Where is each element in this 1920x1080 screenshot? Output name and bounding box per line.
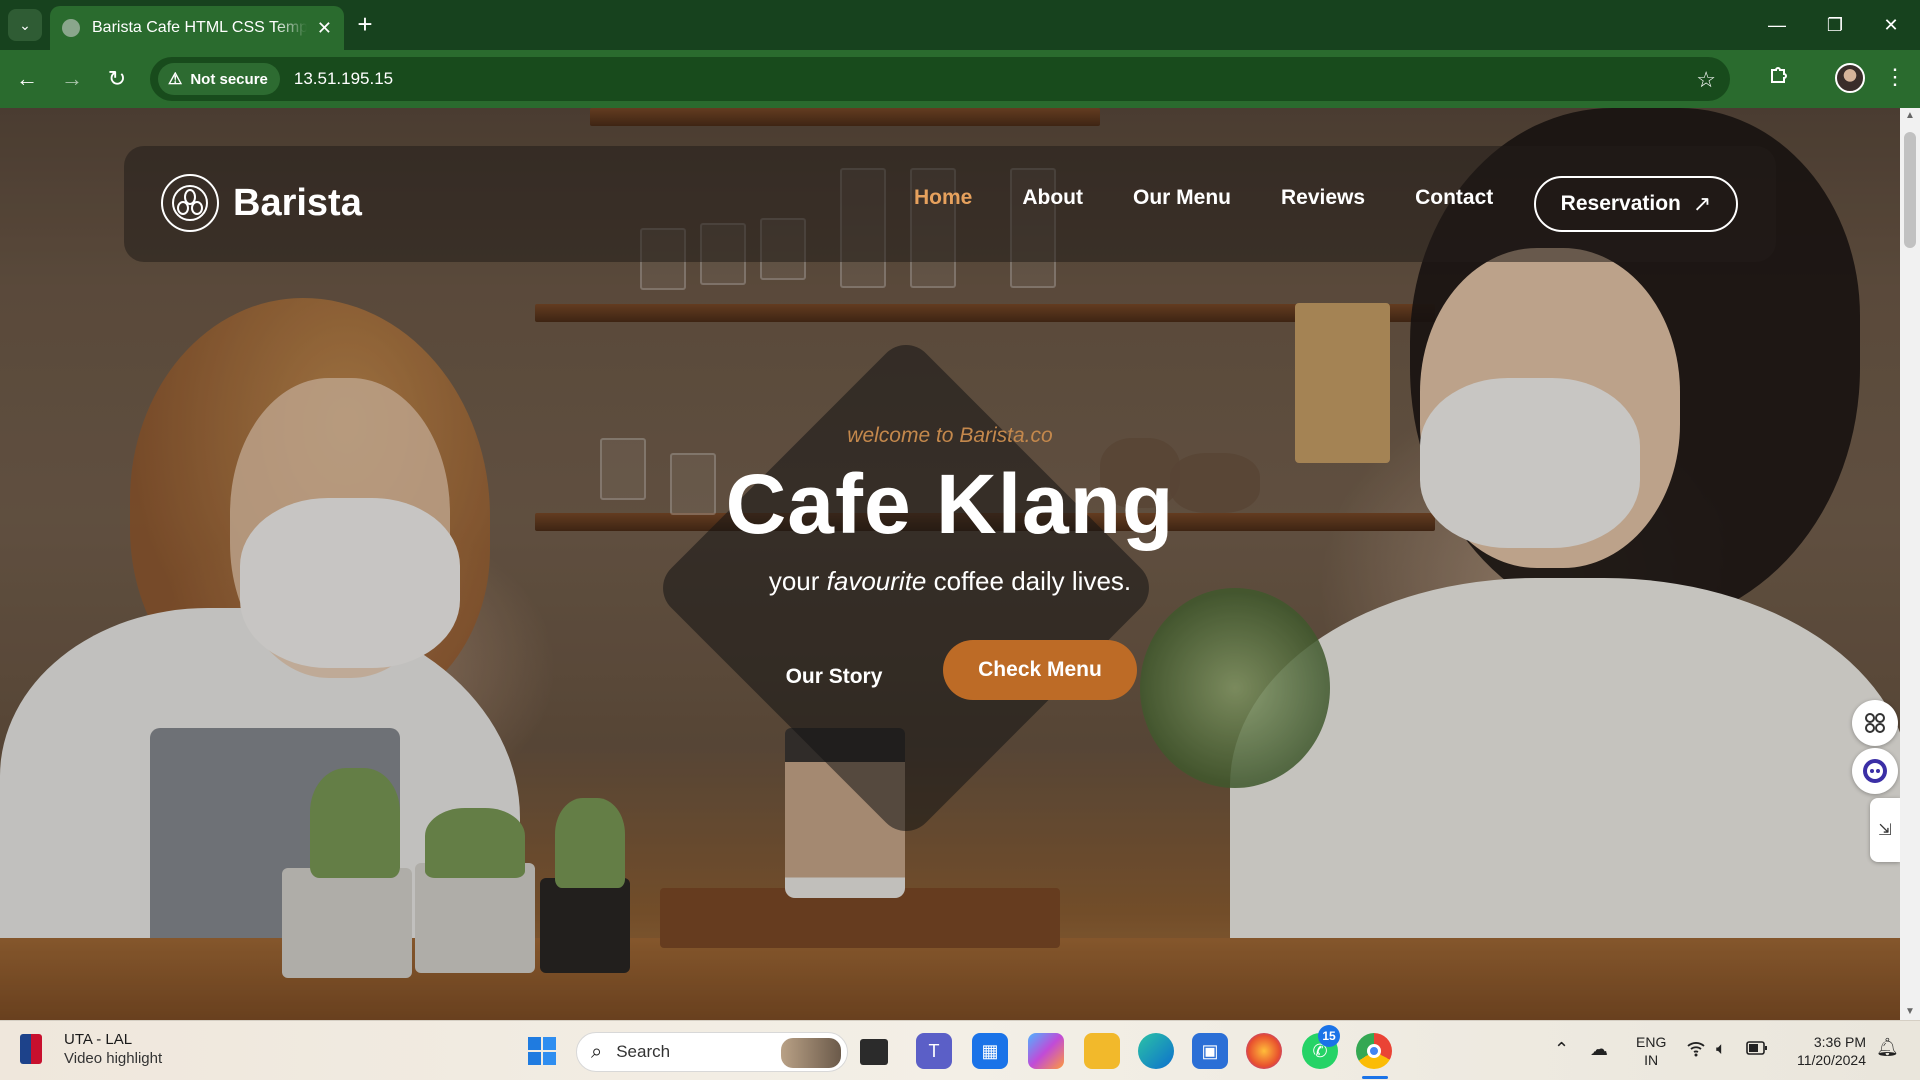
chrome-icon[interactable] [1356, 1033, 1392, 1069]
reload-icon[interactable]: ↻ [100, 62, 134, 96]
nba-logo-icon [20, 1034, 42, 1064]
page-viewport: Barista Home About Our Menu Reviews Cont… [0, 108, 1900, 1020]
tab-close-icon[interactable]: ✕ [317, 18, 332, 39]
battery-icon[interactable] [1746, 1041, 1768, 1058]
reservation-button[interactable]: Reservation ↗ [1534, 176, 1738, 232]
hero-title: Cafe Klang [725, 457, 1175, 551]
our-story-button[interactable]: Our Story [754, 652, 914, 702]
whatsapp-badge: 15 [1318, 1025, 1340, 1047]
coffee-beans-icon [161, 174, 219, 232]
hero-subtitle-post: coffee daily lives. [926, 566, 1132, 596]
restore-button[interactable]: ❐ [1806, 0, 1864, 50]
nav-about[interactable]: About [1022, 186, 1083, 210]
nav-reviews[interactable]: Reviews [1281, 186, 1365, 210]
tab-title: Barista Cafe HTML CSS Template [92, 19, 307, 36]
nav-links: Home About Our Menu Reviews Contact [914, 186, 1543, 210]
hero-subtitle-emphasis: favourite [826, 566, 927, 596]
news-widget[interactable]: UTA - LAL Video highlight [20, 1031, 162, 1067]
teams-icon[interactable]: T [916, 1033, 952, 1069]
assistant-bot-icon[interactable] [1852, 748, 1898, 794]
tray-overflow-chevron-icon[interactable]: ⌃ [1554, 1039, 1569, 1060]
tab-search-chevron-icon[interactable]: ⌄ [8, 9, 42, 41]
bookmark-star-icon[interactable]: ☆ [1696, 67, 1716, 93]
news-title: UTA - LAL [64, 1031, 133, 1048]
chrome-active-indicator [1362, 1076, 1388, 1079]
brand-name: Barista [233, 181, 362, 224]
back-arrow-icon[interactable]: ← [10, 62, 44, 96]
calendar-icon[interactable]: ▦ [972, 1033, 1008, 1069]
extensions-icon[interactable] [1768, 64, 1790, 92]
minimize-button[interactable]: — [1748, 0, 1806, 50]
search-icon: ⌕ [591, 1040, 603, 1063]
nav-home[interactable]: Home [914, 186, 972, 210]
hero-welcome: welcome to Barista.co [847, 424, 1053, 447]
wifi-icon[interactable] [1686, 1039, 1706, 1062]
hero-subtitle: your favourite coffee daily lives. [0, 566, 1900, 597]
address-bar[interactable]: ⚠ Not secure 13.51.195.15 ☆ [150, 57, 1730, 101]
notification-bell-icon[interactable]: 🔔︎ [1876, 1037, 1899, 1058]
security-chip[interactable]: ⚠ Not secure [158, 63, 280, 95]
search-highlight-image [781, 1038, 841, 1068]
check-menu-button[interactable]: Check Menu [943, 640, 1137, 700]
profile-avatar[interactable] [1835, 63, 1865, 93]
language-code: ENG [1636, 1034, 1667, 1050]
scroll-down-arrow-icon[interactable]: ▼ [1900, 1004, 1920, 1020]
side-panel-toggle-icon[interactable]: ⇲ [1870, 798, 1900, 862]
url-text[interactable]: 13.51.195.15 [294, 69, 393, 89]
windows-taskbar: UTA - LAL Video highlight ⌕ Search T ▦ ▣… [0, 1020, 1920, 1080]
reservation-label: Reservation [1560, 192, 1681, 215]
taskbar-search[interactable]: ⌕ Search [576, 1032, 848, 1072]
security-label: Not secure [190, 70, 268, 88]
apps-grid-icon[interactable] [1852, 700, 1898, 746]
browser-tab[interactable]: Barista Cafe HTML CSS Template ✕ [50, 6, 344, 50]
microsoft-store-icon[interactable]: ▣ [1192, 1033, 1228, 1069]
browser-tab-bar: ⌄ Barista Cafe HTML CSS Template ✕ + — ❐… [0, 0, 1920, 50]
browser-toolbar: ← → ↻ ⚠ Not secure 13.51.195.15 ☆ ⋮ [0, 50, 1920, 108]
new-tab-button[interactable]: + [350, 10, 380, 40]
menu-kebab-icon[interactable]: ⋮ [1884, 64, 1906, 90]
scroll-thumb[interactable] [1904, 132, 1916, 248]
copilot-icon[interactable] [1028, 1033, 1064, 1069]
site-navbar: Barista Home About Our Menu Reviews Cont… [124, 146, 1776, 262]
onedrive-icon[interactable]: ☁ [1590, 1039, 1608, 1060]
news-subtitle: Video highlight [64, 1050, 163, 1067]
forward-arrow-icon[interactable]: → [55, 62, 89, 96]
page-scrollbar[interactable]: ▲ ▼ [1900, 108, 1920, 1020]
tab-favicon-icon [62, 19, 80, 37]
close-window-button[interactable]: ✕ [1862, 0, 1920, 50]
system-clock[interactable]: 3:36 PM 11/20/2024 [1786, 1033, 1866, 1069]
file-explorer-icon[interactable] [1084, 1033, 1120, 1069]
firefox-icon[interactable] [1246, 1033, 1282, 1069]
arrow-up-right-icon: ↗ [1692, 191, 1712, 216]
clock-time: 3:36 PM [1813, 1034, 1866, 1050]
language-indicator[interactable]: ENG IN [1636, 1033, 1666, 1069]
region-code: IN [1644, 1052, 1659, 1068]
hero-subtitle-pre: your [768, 566, 827, 596]
edge-icon[interactable] [1138, 1033, 1174, 1069]
clock-date: 11/20/2024 [1796, 1052, 1866, 1068]
warning-icon: ⚠ [168, 71, 183, 88]
nav-contact[interactable]: Contact [1415, 186, 1493, 210]
volume-icon[interactable]: 🔈︎ [1716, 1039, 1726, 1059]
nav-our-menu[interactable]: Our Menu [1133, 186, 1231, 210]
windows-start-icon[interactable] [524, 1033, 560, 1069]
taskbar-search-placeholder: Search [616, 1042, 671, 1061]
task-view-icon[interactable] [860, 1039, 888, 1065]
brand-logo[interactable]: Barista [161, 174, 362, 232]
scroll-up-arrow-icon[interactable]: ▲ [1900, 108, 1920, 124]
